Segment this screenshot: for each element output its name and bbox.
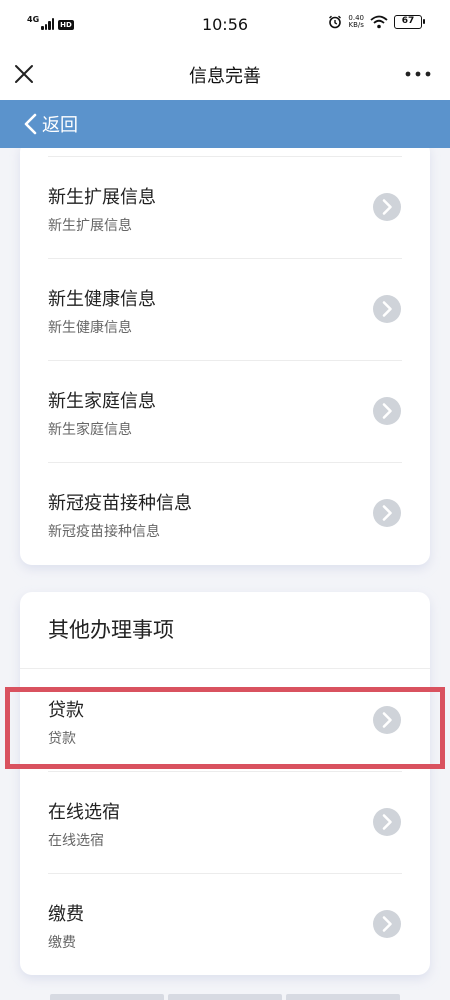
page-title: 信息完善 [189,66,261,87]
item-subtitle: 新生扩展信息 [48,218,132,234]
chevron-right-icon [373,499,401,527]
tab-fragment [50,994,164,1000]
status-bar: 4G HD 10:56 0.40 KB/s 67 [0,0,450,50]
tab-fragment [168,994,282,1000]
item-subtitle: 在线选宿 [48,833,104,849]
item-title: 在线选宿 [48,802,120,823]
item-subtitle: 新生健康信息 [48,320,132,336]
chevron-right-icon [373,295,401,323]
list-item-health-info[interactable]: 新生健康信息 新生健康信息 [20,258,430,360]
status-right: 0.40 KB/s 67 [328,15,425,29]
wifi-icon [370,15,388,29]
chevron-right-icon [373,397,401,425]
item-title: 新生扩展信息 [48,187,156,208]
network-speed: 0.40 KB/s [348,15,364,29]
item-title: 新生健康信息 [48,289,156,310]
list-item-payment[interactable]: 缴费 缴费 [20,873,430,975]
list-item-vaccine-info[interactable]: 新冠疫苗接种信息 新冠疫苗接种信息 [20,462,430,564]
back-label: 返回 [42,115,78,136]
tab-fragment [286,994,400,1000]
item-subtitle: 缴费 [48,935,76,951]
chevron-left-icon [24,113,37,135]
other-matters-card: 其他办理事项 贷款 贷款 在线选宿 在线选宿 缴费 缴费 [20,592,430,975]
chevron-right-icon [373,910,401,938]
item-title: 缴费 [48,904,84,925]
title-bar: 信息完善 [0,50,450,100]
chevron-right-icon [373,808,401,836]
section-title: 其他办理事项 [48,618,174,642]
item-title: 新生家庭信息 [48,391,156,412]
list-item-dorm-selection[interactable]: 在线选宿 在线选宿 [20,771,430,873]
list-item-extended-info[interactable]: 新生扩展信息 新生扩展信息 [20,156,430,258]
info-card: 新生扩展信息 新生扩展信息 新生健康信息 新生健康信息 新生家庭信息 新生家庭信… [20,140,430,565]
item-subtitle: 新冠疫苗接种信息 [48,524,160,540]
chevron-right-icon [373,193,401,221]
chevron-right-icon [373,706,401,734]
item-title: 新冠疫苗接种信息 [48,493,192,514]
item-subtitle: 贷款 [48,731,76,747]
back-button[interactable]: 返回 [22,110,78,138]
item-title: 贷款 [48,700,84,721]
list-item-family-info[interactable]: 新生家庭信息 新生家庭信息 [20,360,430,462]
nav-bar: 返回 [0,100,450,148]
bottom-tab-fragments [50,994,400,1000]
speed-unit: KB/s [348,21,364,29]
battery-icon: 67 [394,15,425,29]
alarm-icon [329,15,342,29]
more-icon[interactable] [404,62,432,86]
list-item-loan[interactable]: 贷款 贷款 [20,669,430,771]
item-subtitle: 新生家庭信息 [48,422,132,438]
